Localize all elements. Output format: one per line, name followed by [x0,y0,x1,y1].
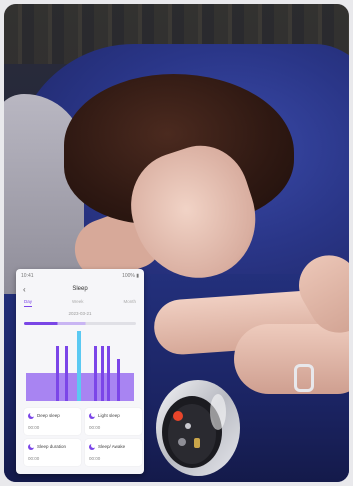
status-bar: 10:41 100% ▮ [21,273,139,280]
metric-card-deep[interactable]: Deep sleep 00:00 [24,408,81,435]
moon-icon [89,412,96,419]
sleep-stage-chart [26,331,134,401]
metric-value: 00:00 [28,456,40,461]
sleep-bar [107,346,111,401]
sleep-metrics: Deep sleep 00:00 Light sleep 00:00 Sleep… [24,408,142,466]
date-label: 2023-03-21 [68,311,92,316]
metric-label: Deep sleep [37,413,60,418]
period-tabs: Day Week Month [24,299,136,307]
sleep-bar [56,346,60,401]
smart-ring-icon [156,380,240,476]
sleep-bar [100,346,104,401]
metric-value: 00:00 [89,456,101,461]
sleep-bar [116,359,120,401]
moon-icon [89,443,96,450]
page-title: Sleep [72,286,88,292]
hand [234,324,349,394]
phone-screenshot: 10:41 100% ▮ ‹ Sleep Day Week Month 2023… [16,269,144,474]
metric-card-light[interactable]: Light sleep 00:00 [85,408,142,435]
status-time: 10:41 [21,273,34,279]
metric-label: Sleep duration [37,444,67,449]
worn-ring-icon [294,364,314,392]
sleep-bar [76,331,82,401]
moon-icon [28,412,35,419]
metric-card-awake[interactable]: Sleep/ Awake 00:00 [85,439,142,466]
nav-bar: ‹ Sleep [21,285,139,295]
tab-week[interactable]: Week [72,299,83,307]
sleep-stage-legend [24,322,136,325]
status-battery: 100% ▮ [122,273,139,279]
product-photo: 10:41 100% ▮ ‹ Sleep Day Week Month 2023… [4,4,349,482]
metric-value: 00:00 [28,425,40,430]
sleep-bar [94,346,98,401]
metric-label: Light sleep [98,413,120,418]
metric-label: Sleep/ Awake [98,444,126,449]
metric-value: 00:00 [89,425,101,430]
sleep-bar [64,346,69,401]
metric-card-duration[interactable]: Sleep duration 00:00 [24,439,81,466]
moon-icon [28,443,35,450]
tab-month[interactable]: Month [123,299,136,307]
tab-day[interactable]: Day [24,299,33,307]
